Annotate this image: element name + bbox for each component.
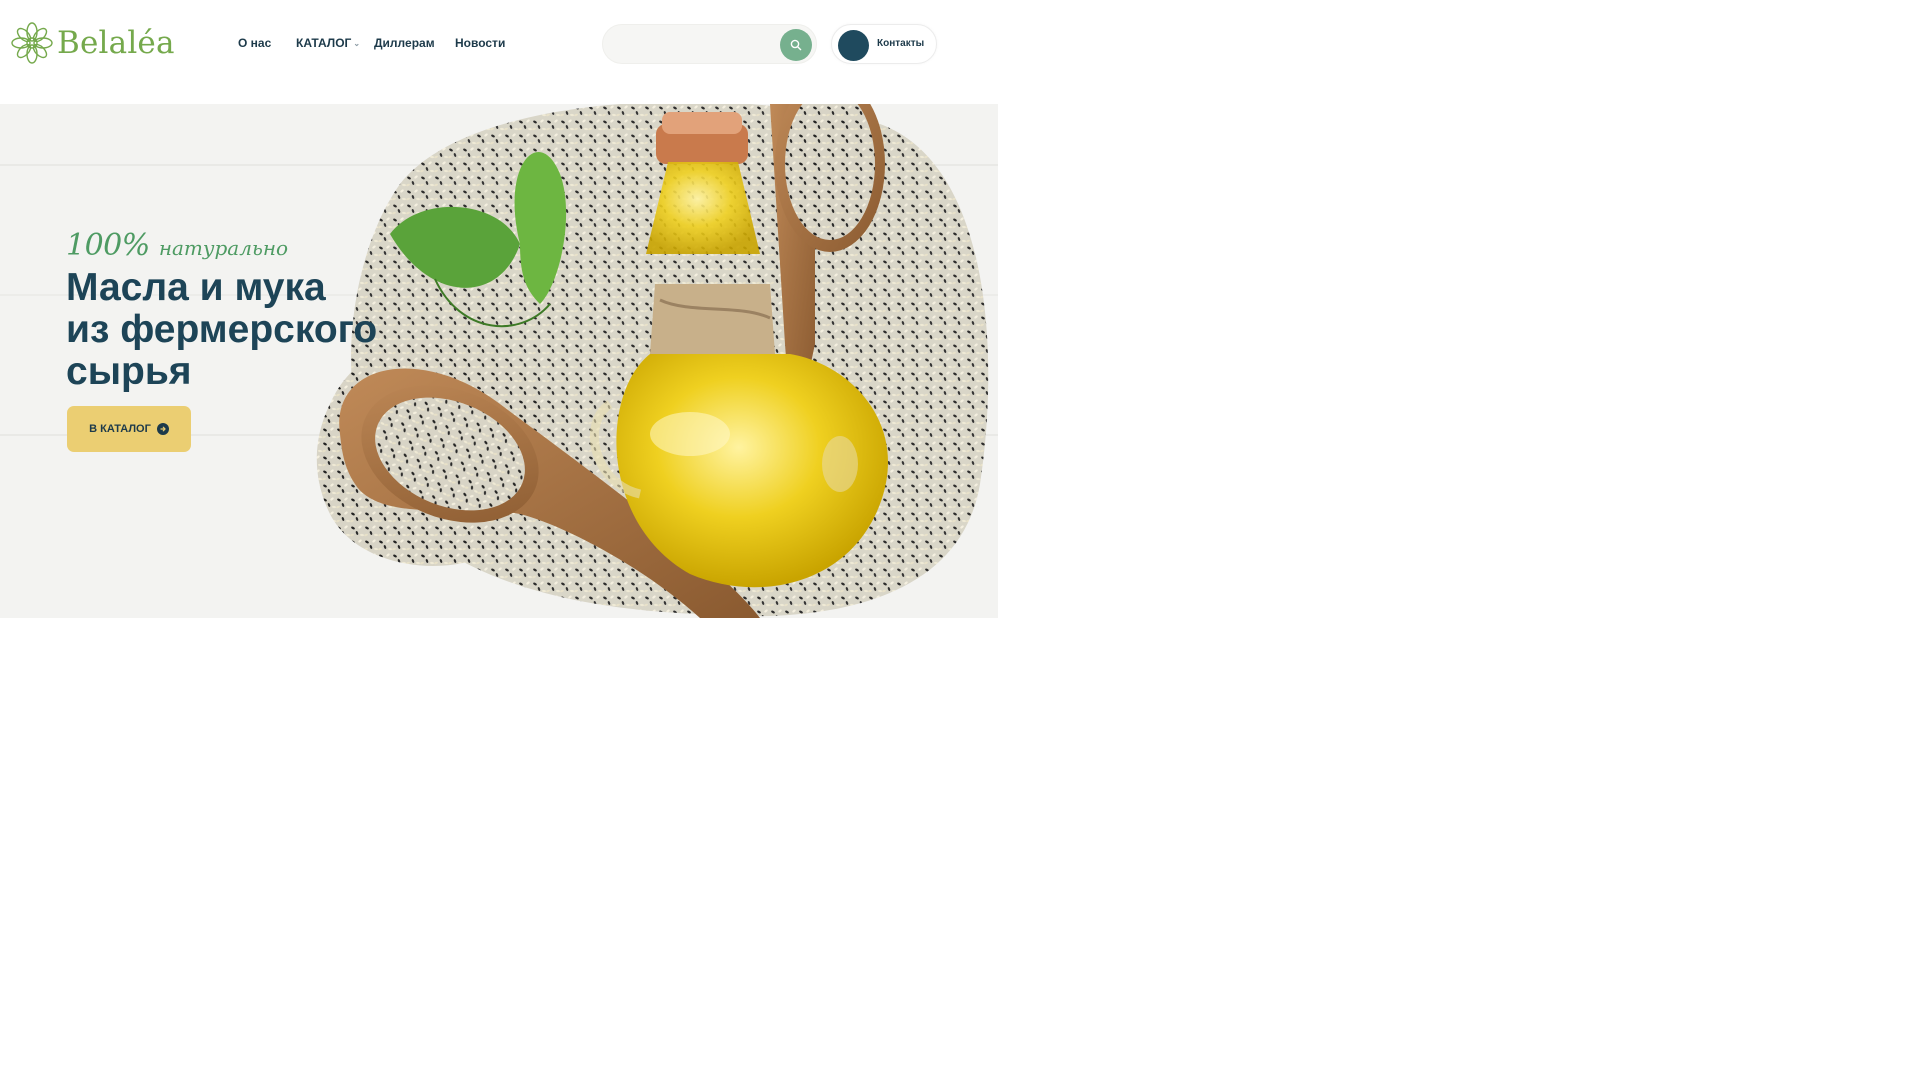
hero-title-line-2: из фермерского bbox=[66, 308, 378, 351]
catalog-cta-label: В КАТАЛОГ bbox=[89, 423, 151, 435]
nav-item-about[interactable]: О нас bbox=[238, 36, 271, 50]
hero-tagline-main: 100% bbox=[66, 228, 150, 263]
hero-tagline-word: натурально bbox=[158, 236, 289, 260]
logo-text: Belaléa bbox=[57, 24, 175, 61]
hero-title-line-3: сырья bbox=[66, 350, 192, 393]
site-header: Belaléa О нас КАТАЛОГ ⌄ Диллерам Новости … bbox=[0, 0, 1000, 88]
contacts-icon bbox=[838, 30, 869, 61]
contacts-label: Контакты bbox=[877, 38, 925, 49]
nav-item-news[interactable]: Новости bbox=[455, 36, 505, 50]
hero-title: Масла и мука из фермерского сырья bbox=[66, 267, 406, 393]
arrow-right-circle-icon bbox=[156, 423, 169, 435]
hero-title-line-1: Масла и мука bbox=[66, 266, 326, 309]
logo-flower-icon bbox=[11, 22, 53, 64]
search-input[interactable] bbox=[617, 33, 767, 55]
catalog-cta-button[interactable]: В КАТАЛОГ bbox=[67, 406, 191, 452]
nav-item-catalog-label: КАТАЛОГ bbox=[296, 36, 352, 50]
logo[interactable]: Belaléa bbox=[10, 21, 175, 65]
nav-item-catalog[interactable]: КАТАЛОГ ⌄ bbox=[296, 36, 360, 50]
hero-tagline: 100% натурально bbox=[66, 228, 288, 263]
search-button[interactable] bbox=[780, 29, 812, 61]
search-box bbox=[602, 24, 817, 64]
hero-banner: 100% натурально Масла и мука из фермерск… bbox=[0, 104, 998, 618]
search-icon bbox=[790, 39, 802, 51]
nav-item-dealers[interactable]: Диллерам bbox=[374, 36, 435, 50]
contacts-button[interactable]: Контакты bbox=[831, 24, 937, 64]
chevron-down-icon: ⌄ bbox=[353, 39, 361, 48]
